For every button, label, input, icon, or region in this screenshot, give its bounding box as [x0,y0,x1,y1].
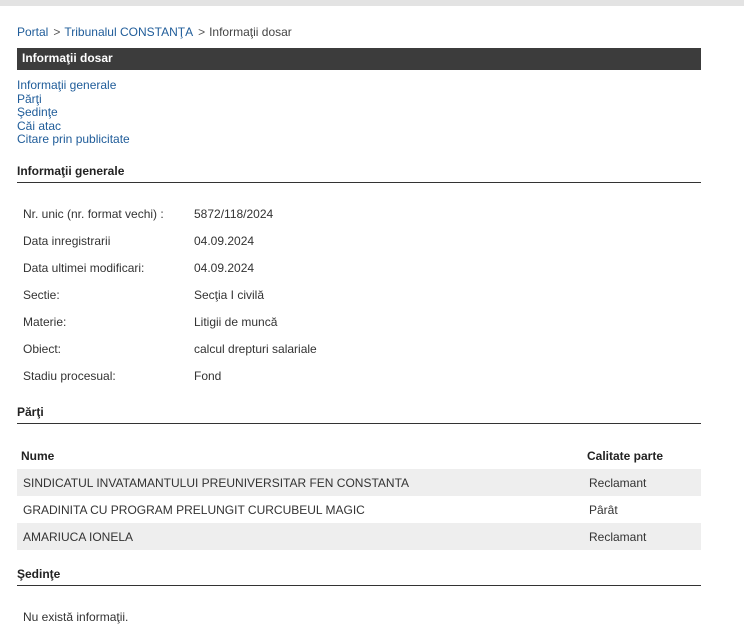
info-value: 04.09.2024 [194,233,255,248]
info-row: Data inregistrarii 04.09.2024 [17,227,701,254]
table-header-row: Nume Calitate parte [17,442,701,469]
column-header-nume: Nume [21,448,55,463]
info-row: Nr. unic (nr. format vechi) : 5872/118/20… [17,200,701,227]
section-heading-parti: Părţi [17,405,701,424]
info-value: calcul drepturi salariale [194,341,317,356]
page-title: Informaţii dosar [22,51,113,65]
sedinte-empty-message: Nu există informaţii. [23,610,129,624]
info-value: 5872/118/2024 [194,206,274,221]
nav-link-cai-atac[interactable]: Căi atac [17,119,130,134]
breadcrumb-separator: > [198,25,206,39]
section-nav: Informaţii generale Părţi Şedinţe Căi at… [17,78,130,147]
breadcrumb: Portal > Tribunalul CONSTANŢA > Informaţii d… [17,24,292,40]
nav-link-informatii-generale[interactable]: Informaţii generale [17,78,130,93]
info-row: Stadiu procesual: Fond [17,362,701,389]
breadcrumb-current: Informaţii dosar [209,25,292,39]
info-value: Fond [194,368,222,383]
info-row: Obiect: calcul drepturi salariale [17,335,701,362]
info-row: Materie: Litigii de muncă [17,308,701,335]
section-heading-sedinte: Şedinţe [17,567,701,586]
info-label: Sectie: [23,287,60,302]
info-label: Data inregistrarii [23,233,111,248]
parti-table: Nume Calitate parte SINDICATUL INVATAMAN… [17,442,701,550]
party-role: Reclamant [583,523,701,550]
info-label: Nr. unic (nr. format vechi) : [23,206,164,221]
top-strip [0,0,744,6]
nav-link-parti[interactable]: Părţi [17,92,130,107]
breadcrumb-court-link[interactable]: Tribunalul CONSTANŢA [64,25,193,39]
nav-link-sedinte[interactable]: Şedinţe [17,105,130,120]
party-name: SINDICATUL INVATAMANTULUI PREUNIVERSITAR… [17,469,583,496]
party-role: Reclamant [583,469,701,496]
breadcrumb-separator: > [53,25,61,39]
party-name: GRADINITA CU PROGRAM PRELUNGIT CURCUBEUL… [23,502,365,517]
table-row: GRADINITA CU PROGRAM PRELUNGIT CURCUBEUL… [17,496,701,523]
party-name: AMARIUCA IONELA [17,523,583,550]
page-title-bar: Informaţii dosar [17,48,701,70]
info-value: 04.09.2024 [194,260,255,275]
nav-link-citare-publicitate[interactable]: Citare prin publicitate [17,132,130,147]
info-row: Sectie: Secţia I civilă [17,281,701,308]
info-label: Stadiu procesual: [23,368,116,383]
column-header-calitate-parte: Calitate parte [587,448,664,463]
info-value: Litigii de muncă [194,314,278,329]
breadcrumb-portal-link[interactable]: Portal [17,25,48,39]
info-label: Data ultimei modificari: [23,260,145,275]
party-role: Pârât [589,502,618,517]
info-value: Secţia I civilă [194,287,265,302]
section-heading-informatii-generale: Informaţii generale [17,164,701,183]
info-label: Obiect: [23,341,62,356]
info-row: Data ultimei modificari: 04.09.2024 [17,254,701,281]
table-row: AMARIUCA IONELA Reclamant [17,523,701,550]
table-row: SINDICATUL INVATAMANTULUI PREUNIVERSITAR… [17,469,701,496]
info-label: Materie: [23,314,67,329]
general-info-table: Nr. unic (nr. format vechi) : 5872/118/20… [17,200,701,389]
